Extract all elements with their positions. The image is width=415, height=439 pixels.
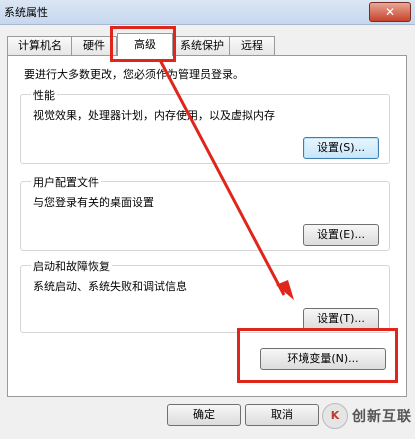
arrow-line [158,59,286,296]
annotation-arrow [158,59,294,300]
watermark: K 创新互联 [322,403,412,429]
tab-advanced[interactable]: 高级 [117,33,173,56]
system-properties-window: 系统属性 ✕ 计算机名 硬件 高级 系统保护 远程 要进行大多数更改，您必须作为… [0,0,415,439]
watermark-text: 创新互联 [352,409,412,425]
watermark-logo-icon: K [322,403,348,429]
